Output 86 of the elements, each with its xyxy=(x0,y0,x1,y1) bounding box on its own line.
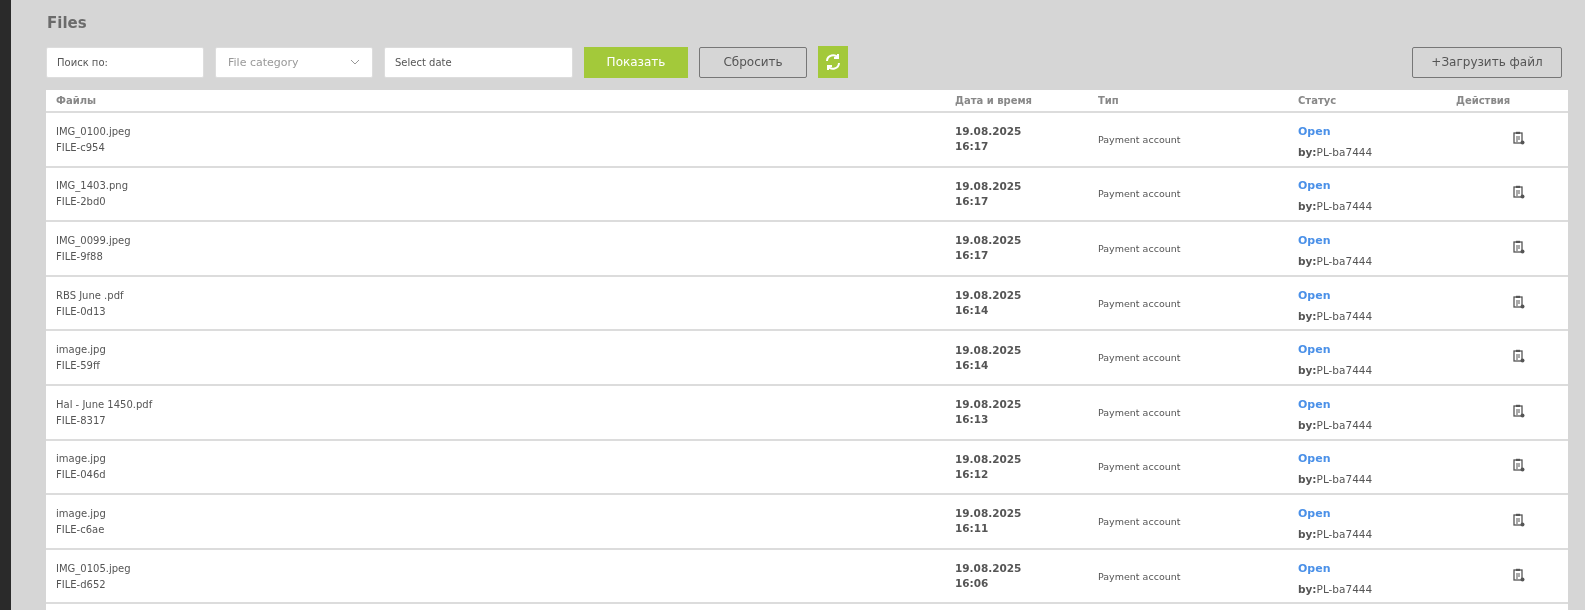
clipboard-icon[interactable] xyxy=(1513,512,1525,527)
file-id: FILE-046d xyxy=(56,469,107,481)
search-field[interactable]: Поиск по: xyxy=(46,46,204,78)
clipboard-icon[interactable] xyxy=(1513,349,1525,364)
author-text: by:PL-ba7444 xyxy=(1298,255,1374,267)
status-link[interactable]: Open xyxy=(1298,452,1456,466)
date-text: 19.08.2025 xyxy=(955,178,1023,194)
time-text: 16:12 xyxy=(955,466,990,482)
status-link[interactable]: Open xyxy=(1298,234,1456,247)
author-text: by:PL-ba7444 xyxy=(1298,473,1374,486)
time-text: 16:11 xyxy=(955,521,990,537)
author-text: by:PL-ba7444 xyxy=(1298,418,1374,431)
file-id: FILE-c6ae xyxy=(56,523,106,535)
date-text: 19.08.2025 xyxy=(955,506,1023,522)
clipboard-icon[interactable] xyxy=(1513,185,1525,200)
status-link[interactable]: Open xyxy=(1298,343,1456,357)
date-text: 19.08.2025 xyxy=(955,233,1023,249)
date-field[interactable]: Select date xyxy=(384,46,573,78)
refresh-icon xyxy=(824,53,842,71)
clipboard-icon[interactable] xyxy=(1513,240,1525,254)
status-link[interactable]: Open xyxy=(1298,288,1456,302)
time-text: 16:13 xyxy=(955,412,990,428)
reset-button[interactable]: Сбросить xyxy=(699,46,807,78)
time-text: 16:17 xyxy=(955,248,990,264)
column-header: Статус xyxy=(1298,95,1338,106)
column-header: Файлы xyxy=(56,95,98,106)
type-text: Payment account xyxy=(1098,133,1182,145)
file-name: IMG_1403.png xyxy=(56,180,129,192)
time-text: 16:17 xyxy=(955,139,990,155)
status-link[interactable]: Open xyxy=(1298,124,1456,138)
chevron-down-icon xyxy=(350,59,360,65)
time-text: 16:14 xyxy=(955,303,990,319)
date-text: 19.08.2025 xyxy=(955,288,1023,304)
file-id: FILE-8317 xyxy=(56,414,107,426)
column-header: Тип xyxy=(1098,95,1120,106)
date-text: 19.08.2025 xyxy=(955,342,1023,358)
type-text: Payment account xyxy=(1098,243,1182,254)
type-text: Payment account xyxy=(1098,352,1182,364)
author-text: by:PL-ba7444 xyxy=(1298,582,1374,595)
status-link[interactable]: Open xyxy=(1298,561,1456,575)
file-name: image.jpg xyxy=(56,344,107,356)
column-header: Дата и время xyxy=(955,95,1034,106)
type-text: Payment account xyxy=(1098,188,1182,200)
clipboard-icon[interactable] xyxy=(1513,567,1525,582)
file-id: FILE-c954 xyxy=(56,141,106,153)
file-id: FILE-2bd0 xyxy=(56,196,107,208)
column-header: Действия xyxy=(1456,95,1512,106)
type-text: Payment account xyxy=(1098,515,1182,527)
type-text: Payment account xyxy=(1098,297,1182,309)
time-text: 16:17 xyxy=(955,193,990,209)
file-name: RBS June .pdf xyxy=(56,289,125,301)
upload-button[interactable]: +Загрузить файл xyxy=(1412,46,1562,78)
date-text: 19.08.2025 xyxy=(955,397,1023,413)
category-dropdown[interactable]: File category xyxy=(215,46,373,78)
file-name: Hal - June 1450.pdf xyxy=(56,398,154,410)
type-text: Payment account xyxy=(1098,406,1182,418)
file-id: FILE-0d13 xyxy=(56,305,107,317)
clipboard-icon[interactable] xyxy=(1513,403,1525,418)
file-id: FILE-59ff xyxy=(56,360,101,372)
file-name: image.jpg xyxy=(56,507,107,519)
clipboard-icon[interactable] xyxy=(1513,458,1525,473)
file-name: IMG_0105.jpeg xyxy=(56,562,132,574)
author-text: by:PL-ba7444 xyxy=(1298,527,1374,540)
clipboard-icon[interactable] xyxy=(1513,294,1525,309)
type-text: Payment account xyxy=(1098,570,1182,582)
file-name: image.jpg xyxy=(56,453,107,465)
type-text: Payment account xyxy=(1098,461,1182,473)
file-id: FILE-9f88 xyxy=(56,251,104,262)
author-text: by:PL-ba7444 xyxy=(1298,309,1374,322)
author-text: by:PL-ba7444 xyxy=(1298,200,1374,213)
author-text: by:PL-ba7444 xyxy=(1298,364,1374,377)
file-name: IMG_0099.jpeg xyxy=(56,235,132,246)
author-text: by:PL-ba7444 xyxy=(1298,145,1374,158)
status-link[interactable]: Open xyxy=(1298,179,1456,193)
file-name: IMG_0100.jpeg xyxy=(56,125,132,137)
time-text: 16:06 xyxy=(955,576,990,592)
date-text: 19.08.2025 xyxy=(955,561,1023,577)
status-link[interactable]: Open xyxy=(1298,397,1456,411)
file-id: FILE-d652 xyxy=(56,578,107,590)
time-text: 16:14 xyxy=(955,357,990,373)
status-link[interactable]: Open xyxy=(1298,506,1456,520)
clipboard-icon[interactable] xyxy=(1513,130,1525,145)
date-text: 19.08.2025 xyxy=(955,451,1023,467)
show-button[interactable]: Показать xyxy=(584,46,688,78)
page-title: Files xyxy=(47,14,88,32)
date-text: 19.08.2025 xyxy=(955,124,1023,140)
